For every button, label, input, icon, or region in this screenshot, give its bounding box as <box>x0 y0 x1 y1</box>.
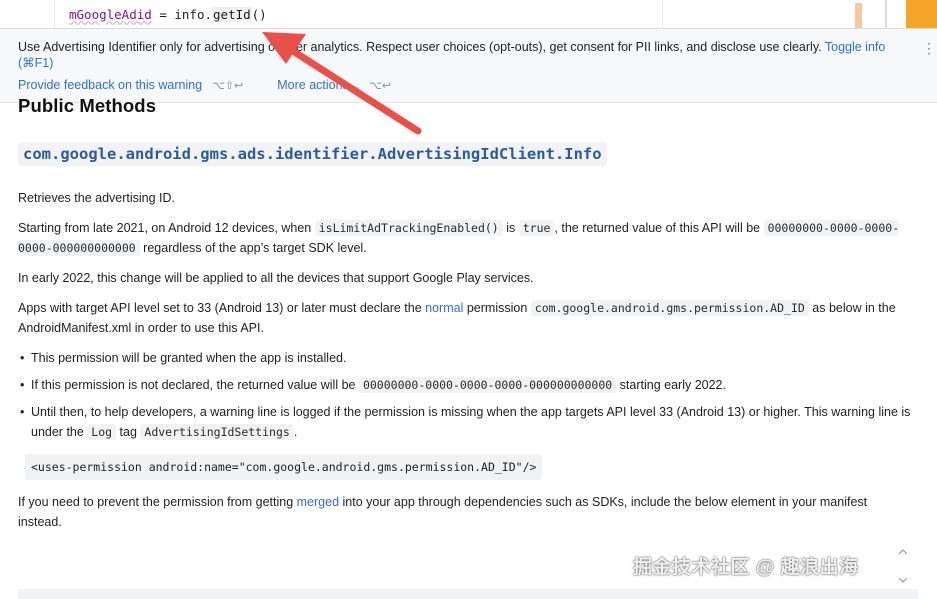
scroll-chevrons-icon[interactable] <box>897 546 909 586</box>
warning-message: Use Advertising Identifier only for adve… <box>18 39 888 71</box>
text-span: Apps with target API level set to 33 (An… <box>18 301 426 315</box>
bullet-list: This permission will be granted when the… <box>18 348 913 442</box>
text-span: If this permission is not declared, the … <box>31 378 359 392</box>
text-span: Starting from late 2021, on Android 12 d… <box>18 221 315 235</box>
text-span: permission <box>463 301 531 315</box>
code-variable[interactable]: mGoogleAdid <box>69 7 152 22</box>
watermark-text: 掘金技术社区 @ 趣浪出海 <box>633 557 859 578</box>
inline-code: 00000000-0000-0000-0000-000000000000 <box>358 377 617 393</box>
code-editor-strip: mGoogleAdid = info.getId() <box>0 0 937 30</box>
inspection-warning-panel: Use Advertising Identifier only for adve… <box>0 29 937 103</box>
warning-text: Use Advertising Identifier only for adve… <box>18 40 822 54</box>
paragraph-starting: Starting from late 2021, on Android 12 d… <box>18 218 913 258</box>
next-code-block <box>18 589 918 599</box>
code-method-call[interactable]: getId <box>212 7 252 22</box>
list-item: Until then, to help developers, a warnin… <box>18 402 913 442</box>
text-span: . <box>293 425 298 439</box>
list-item: If this permission is not declared, the … <box>18 375 913 395</box>
paragraph-apps-target: Apps with target API level set to 33 (An… <box>18 298 913 338</box>
class-name-heading: com.google.android.gms.ads.identifier.Ad… <box>18 142 607 166</box>
inline-code: com.google.android.gms.permission.AD_ID <box>530 300 809 316</box>
section-title: Public Methods <box>18 95 157 116</box>
documentation-body: Public Methods com.google.android.gms.ad… <box>18 96 913 542</box>
text-span: tag <box>116 425 141 439</box>
more-actions-shortcut: ⌥↩ <box>369 80 392 92</box>
text-span: is <box>502 221 519 235</box>
inline-code: isLimitAdTrackingEnabled() <box>314 220 503 236</box>
merged-link[interactable]: merged <box>297 495 339 509</box>
inline-code: AdvertisingIdSettings <box>140 424 294 440</box>
inline-code: Log <box>87 424 117 440</box>
more-actions-link[interactable]: More actions... <box>277 78 359 92</box>
code-parens: () <box>251 7 267 22</box>
editor-scrollbar[interactable] <box>885 0 887 30</box>
warning-actions: Provide feedback on this warning ⌥⇧↩ More … <box>18 78 391 92</box>
inline-code: true <box>518 220 555 236</box>
feedback-shortcut: ⌥⇧↩ <box>212 80 244 92</box>
scrollbar-warning-marker[interactable] <box>855 3 862 30</box>
editor-right-margin <box>662 0 663 30</box>
text-span: , the returned value of this API will be <box>554 221 764 235</box>
text-span: If you need to prevent the permission fr… <box>18 495 297 509</box>
code-assignment: = info. <box>151 7 213 22</box>
code-line[interactable]: mGoogleAdid = info.getId() <box>69 7 267 22</box>
more-vertical-icon[interactable]: ⋮ <box>922 41 936 55</box>
paragraph-early-2022: In early 2022, this change will be appli… <box>18 271 534 285</box>
text-span: regardless of the app’s target SDK level… <box>139 241 367 255</box>
normal-link[interactable]: normal <box>425 301 463 315</box>
manifest-code-block: <uses-permission android:name="com.googl… <box>25 454 543 480</box>
editor-gutter-divider <box>54 0 55 30</box>
paragraph-retrieves: Retrieves the advertising ID. <box>18 191 176 205</box>
side-tool-tab[interactable] <box>906 0 937 28</box>
paragraph-merged: If you need to prevent the permission fr… <box>18 492 913 532</box>
list-item: This permission will be granted when the… <box>18 348 913 368</box>
provide-feedback-link[interactable]: Provide feedback on this warning <box>18 78 202 92</box>
text-span: starting early 2022. <box>616 378 726 392</box>
